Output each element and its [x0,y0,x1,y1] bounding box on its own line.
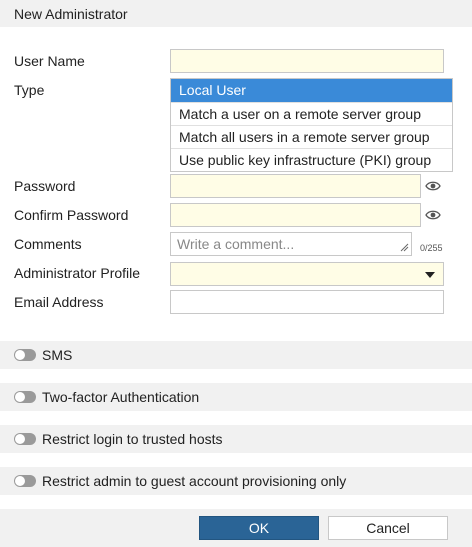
ok-button[interactable]: OK [199,516,319,540]
toggle-knob [15,476,25,486]
sms-toggle[interactable] [14,349,36,361]
email-address-input[interactable] [170,290,444,314]
comments-label: Comments [14,236,82,252]
admin-profile-label: Administrator Profile [14,265,141,281]
chevron-down-icon [425,272,435,278]
trusted-hosts-label: Restrict login to trusted hosts [42,431,223,447]
guest-provisioning-label: Restrict admin to guest account provisio… [42,473,347,489]
email-address-label: Email Address [14,294,104,310]
guest-provisioning-row: Restrict admin to guest account provisio… [0,467,472,495]
cancel-button[interactable]: Cancel [328,516,448,540]
show-password-eye-icon[interactable] [425,180,441,192]
confirm-password-input[interactable] [170,203,421,227]
user-name-label: User Name [14,53,85,69]
type-option-match-all-remote[interactable]: Match all users in a remote server group [171,125,452,148]
type-option-pki-group[interactable]: Use public key infrastructure (PKI) grou… [171,148,452,171]
two-factor-toggle[interactable] [14,391,36,403]
sms-row: SMS [0,341,472,369]
toggle-knob [15,392,25,402]
dialog-footer: OK Cancel [0,509,472,547]
trusted-hosts-row: Restrict login to trusted hosts [0,425,472,453]
dialog-title: New Administrator [0,0,472,27]
trusted-hosts-toggle[interactable] [14,433,36,445]
comment-char-counter: 0/255 [420,243,443,253]
user-name-input[interactable] [170,49,444,73]
show-confirm-password-eye-icon[interactable] [425,209,441,221]
type-option-match-user-remote[interactable]: Match a user on a remote server group [171,102,452,125]
comments-textarea[interactable] [170,232,412,256]
sms-label: SMS [42,347,73,363]
password-input[interactable] [170,174,421,198]
type-label: Type [14,82,45,98]
two-factor-row: Two-factor Authentication [0,383,472,411]
confirm-password-label: Confirm Password [14,207,129,223]
admin-profile-select[interactable] [170,262,444,286]
type-option-list: Local User Match a user on a remote serv… [170,78,453,172]
guest-provisioning-toggle[interactable] [14,475,36,487]
type-option-local-user[interactable]: Local User [171,79,452,102]
toggle-knob [15,434,25,444]
two-factor-label: Two-factor Authentication [42,389,200,405]
resize-grip-icon[interactable] [400,243,409,252]
password-label: Password [14,178,76,194]
toggle-knob [15,350,25,360]
new-administrator-dialog: New Administrator User Name Type Local U… [0,0,472,547]
